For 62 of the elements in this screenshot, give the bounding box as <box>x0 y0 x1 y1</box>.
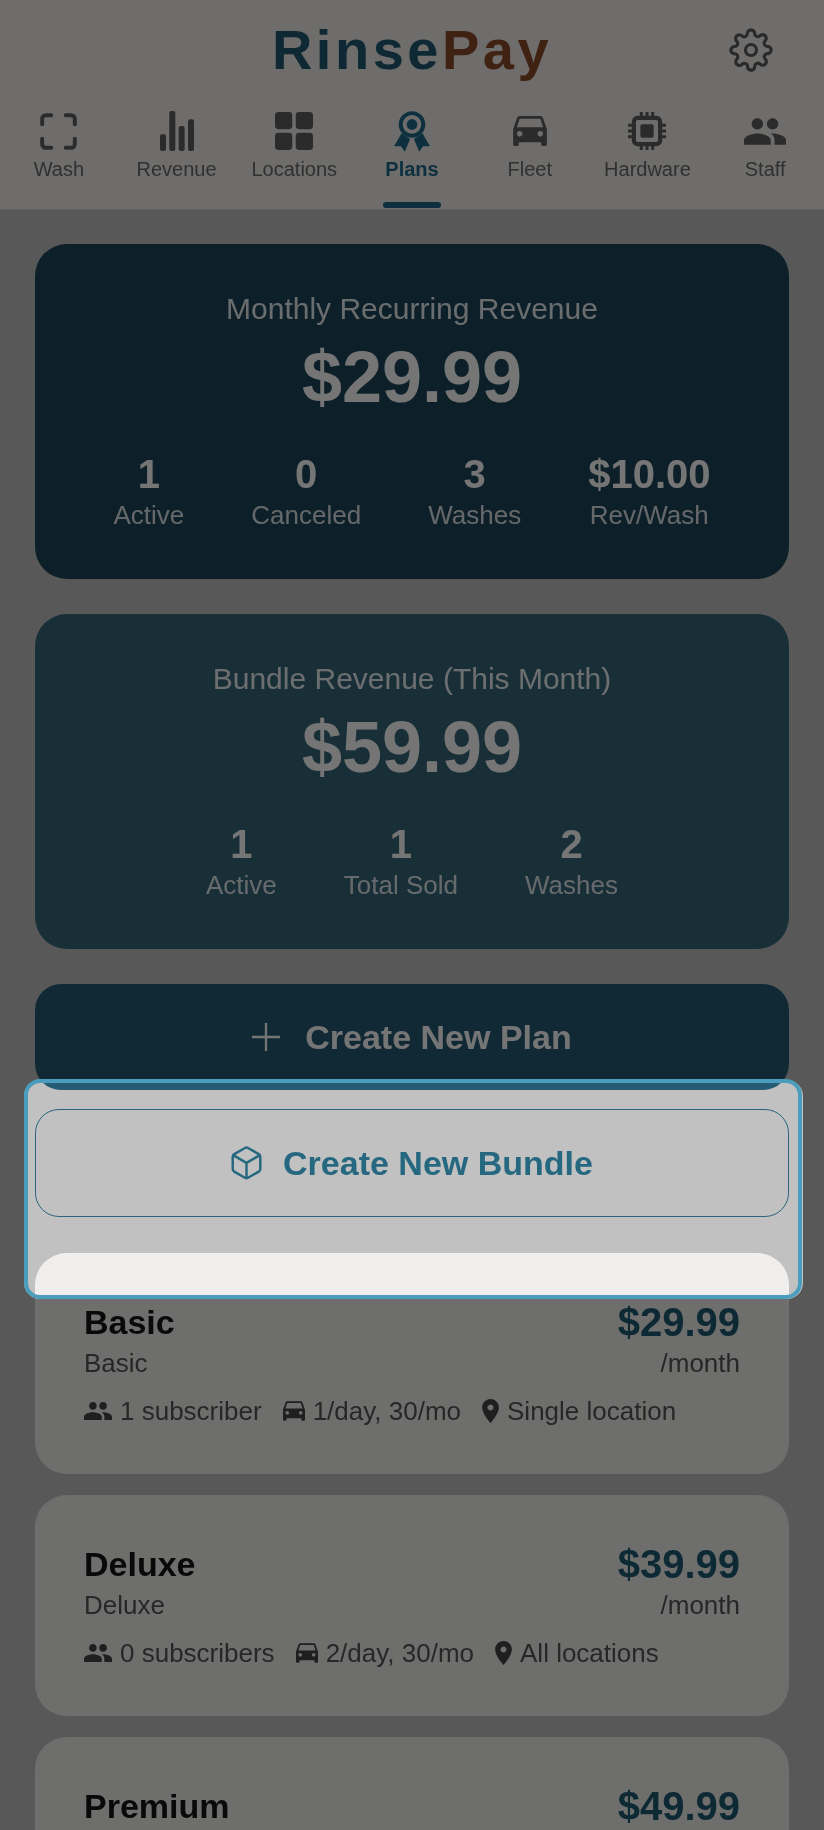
stat-value: 1 <box>137 451 161 497</box>
stat-label: Active <box>113 500 185 530</box>
card-title: Monthly Recurring Revenue <box>225 292 599 326</box>
plus-icon <box>252 1023 281 1051</box>
stat-value: 1 <box>230 821 253 867</box>
action-button[interactable]: Create New Plan <box>35 984 789 1090</box>
stat-label: Washes <box>428 500 522 530</box>
feature-text: All locations <box>520 1638 659 1668</box>
plan-price: $39.99 <box>617 1544 740 1584</box>
stat-value: 1 <box>389 821 413 867</box>
card-title: Bundle Revenue (This Month) <box>211 662 613 696</box>
stat-value: 2 <box>560 821 583 867</box>
stat-label: Canceled <box>251 500 362 530</box>
people-icon <box>84 1644 112 1662</box>
stat-label: Washes <box>525 870 618 900</box>
nav-tab[interactable]: Staff <box>744 96 787 181</box>
plan-name: Premium <box>84 1786 231 1826</box>
plan-price: $49.99 <box>617 1786 740 1826</box>
stat-label: Active <box>206 870 277 900</box>
stat-value: $10.00 <box>588 451 711 497</box>
plan-card[interactable]: Premium $49.99 <box>35 1737 789 1830</box>
plan-name: Deluxe <box>84 1544 197 1584</box>
people-icon <box>744 117 787 145</box>
feature-text: 2/day, 30/mo <box>325 1638 474 1668</box>
stat-label: Rev/Wash <box>589 500 709 530</box>
chip-icon <box>628 112 667 150</box>
stat-label: Total Sold <box>343 870 458 900</box>
plan-description: Deluxe <box>84 1590 166 1620</box>
nav-tab[interactable]: Locations <box>251 96 338 181</box>
revenue-amount: $29.99 <box>300 337 524 417</box>
cube-icon <box>231 1146 263 1180</box>
grid-icon <box>275 112 314 150</box>
map-pin-icon <box>482 1399 499 1423</box>
scan-frame-icon <box>40 112 78 150</box>
billing-period: /month <box>659 1590 740 1620</box>
plan-price: $29.99 <box>617 1302 740 1342</box>
plan-description: Basic <box>84 1348 149 1378</box>
map-pin-icon <box>495 1641 512 1665</box>
award-badge-icon <box>394 110 430 152</box>
car-icon <box>282 1401 305 1421</box>
car-icon <box>295 1643 318 1663</box>
nav-tab[interactable]: Wash <box>33 96 85 181</box>
plan-name: Basic <box>84 1302 176 1342</box>
stat-value: 3 <box>463 451 486 497</box>
settings-icon[interactable] <box>729 28 773 72</box>
revenue-amount: $59.99 <box>300 707 524 787</box>
action-button[interactable]: Create New Bundle <box>35 1109 789 1217</box>
feature-text: 0 subscribers <box>120 1638 275 1668</box>
plan-card[interactable]: Basic $29.99 Basic /month 1 subscriber 1/day, 30/mo Single location <box>35 1253 789 1474</box>
billing-period: /month <box>659 1348 740 1378</box>
nav-tab[interactable]: Plans <box>385 96 439 181</box>
stat-value: 0 <box>295 451 318 497</box>
plan-card[interactable]: Deluxe $39.99 Deluxe /month 0 subscribers 2/day, 30/mo All locations <box>35 1495 789 1716</box>
feature-text: 1 subscriber <box>120 1396 262 1426</box>
feature-text: Single location <box>507 1396 677 1426</box>
nav-tab[interactable]: Revenue <box>136 96 217 181</box>
nav-tab[interactable]: Fleet <box>507 96 552 181</box>
car-icon <box>512 116 547 146</box>
people-icon <box>84 1402 112 1420</box>
bar-chart-icon <box>159 111 194 151</box>
feature-text: 1/day, 30/mo <box>312 1396 461 1426</box>
nav-tab[interactable]: Hardware <box>604 96 691 181</box>
